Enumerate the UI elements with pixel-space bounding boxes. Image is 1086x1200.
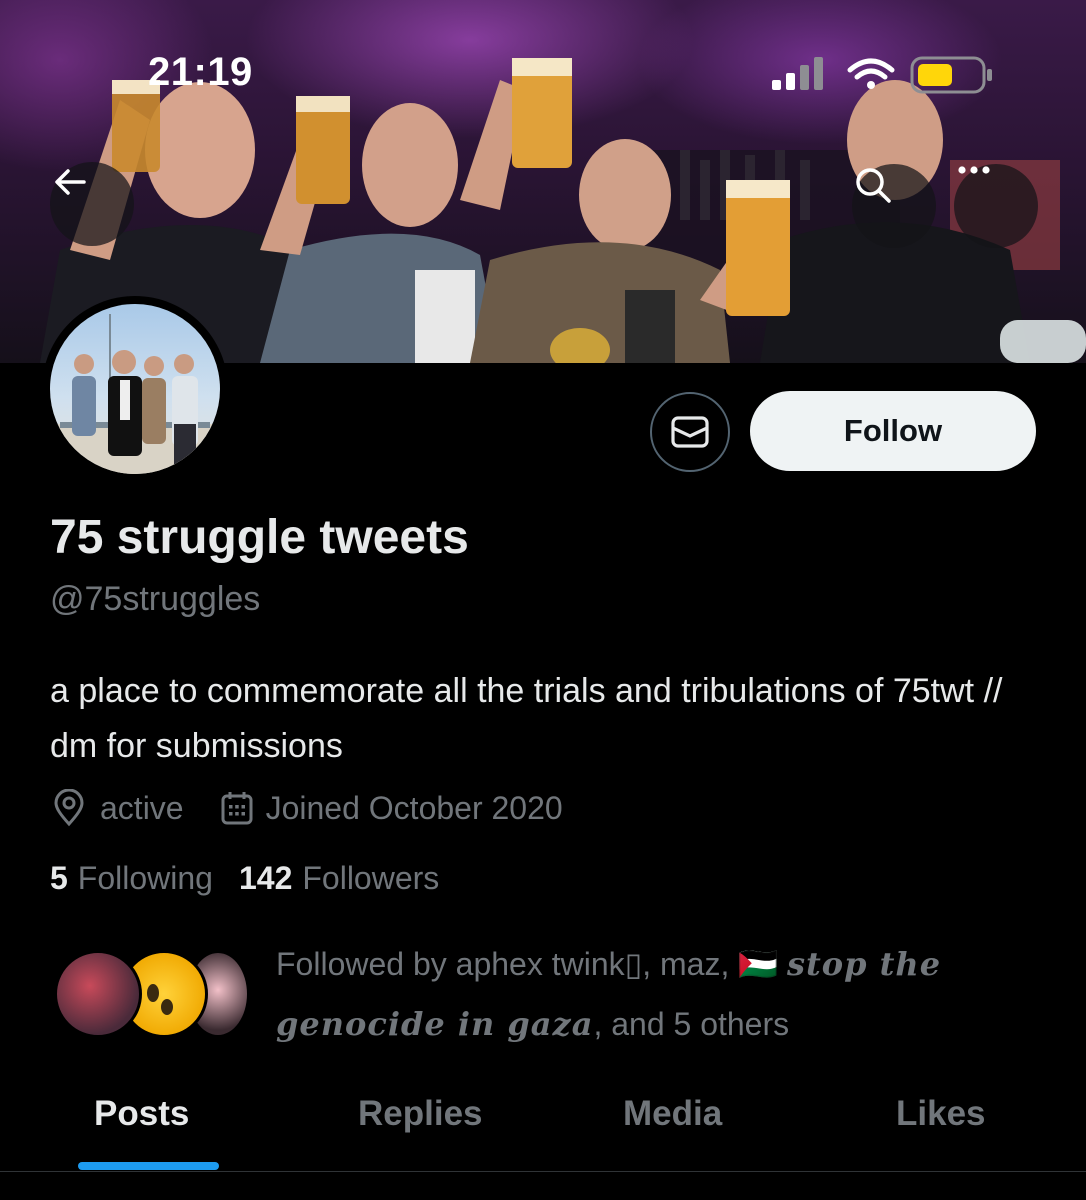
profile-bio: a place to commemorate all the trials an…: [50, 672, 1003, 765]
envelope-icon: [671, 416, 709, 448]
profile-tabs: Posts Replies Media Likes: [0, 1080, 1086, 1172]
profile-meta: active Joined October 2020: [52, 786, 563, 830]
active-tab-indicator: [78, 1162, 219, 1170]
following-count: 5: [50, 860, 68, 896]
follow-stats: 5 Following 142 Followers: [50, 860, 465, 897]
joined-text: Joined October 2020: [265, 789, 563, 826]
tab-replies[interactable]: Replies: [358, 1094, 483, 1134]
palestine-flag-icon: 🇵🇸: [738, 946, 779, 982]
followers-count: 142: [238, 860, 293, 896]
location-item: active: [52, 789, 184, 827]
followed-by-prefix: Followed by aphex twink: [276, 946, 625, 982]
location-text: active: [100, 789, 184, 826]
more-icon: [958, 166, 990, 174]
following-link[interactable]: 5 Following: [50, 860, 213, 897]
wifi-icon: [847, 58, 895, 89]
display-name: 75 struggle tweets: [50, 511, 469, 564]
signal-icon: [772, 57, 823, 90]
followers-link[interactable]: 142 Followers: [239, 860, 439, 897]
search-button[interactable]: [852, 164, 936, 248]
tab-media[interactable]: Media: [623, 1094, 722, 1134]
more-button[interactable]: [954, 164, 1038, 248]
arrow-left-icon: [55, 169, 86, 195]
followed-by-avatars[interactable]: [54, 950, 254, 1040]
tab-likes[interactable]: Likes: [896, 1094, 986, 1134]
battery-icon: [910, 56, 992, 94]
location-pin-icon: [54, 789, 84, 827]
calendar-icon: [221, 792, 253, 825]
followers-label: Followers: [302, 860, 440, 896]
followed-by-text[interactable]: Followed by aphex twink▯, maz, 🇵🇸 stop t…: [276, 934, 1036, 1054]
follow-button[interactable]: Follow: [750, 391, 1036, 471]
joined-item: Joined October 2020: [220, 790, 563, 827]
tab-posts[interactable]: Posts: [94, 1094, 189, 1134]
username-handle: @75struggles: [50, 580, 261, 618]
status-time: 21:19: [148, 50, 253, 94]
profile-screen: 21:19 Follow 75 struggle tweets @75strug…: [0, 0, 1086, 1200]
following-label: Following: [77, 860, 213, 896]
profile-avatar[interactable]: [42, 296, 228, 482]
back-button[interactable]: [50, 162, 134, 246]
message-button[interactable]: [650, 392, 730, 472]
search-icon: [856, 168, 891, 203]
followed-by-suffix: , and 5 others: [593, 1006, 790, 1042]
avatar: [54, 950, 142, 1038]
followed-by-middle: , maz,: [642, 946, 739, 982]
avatar-photo: [50, 304, 220, 474]
unknown-glyph: ▯: [624, 946, 643, 982]
